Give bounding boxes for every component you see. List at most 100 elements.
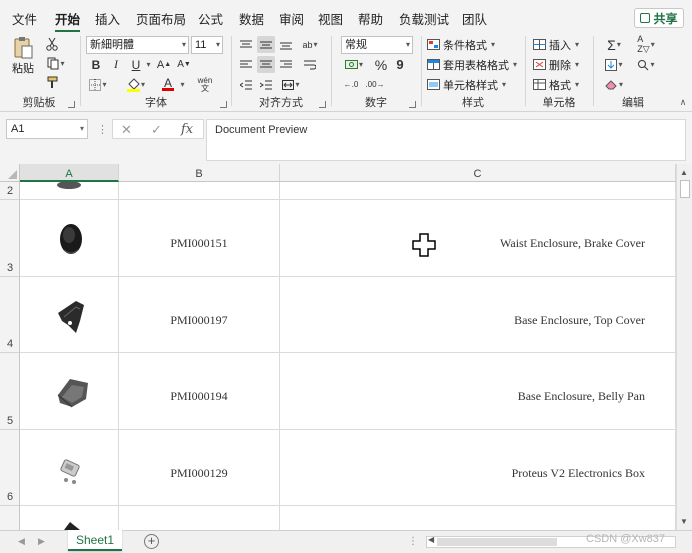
row-header[interactable]: 6 [0,430,20,506]
part-code-cell[interactable] [119,506,280,530]
delete-cells-button[interactable]: 删除 ▾ [533,56,587,73]
tab-view[interactable]: 视图 [318,9,343,28]
part-desc-cell[interactable] [280,182,676,199]
formula-input[interactable]: Document Preview [206,119,686,161]
number-format-select[interactable]: 常规 ▾ [341,36,413,54]
image-cell[interactable] [20,430,119,505]
tab-page-layout[interactable]: 页面布局 [136,9,186,28]
italic-button[interactable]: I [108,56,124,73]
insert-function-icon[interactable]: fx [181,122,193,137]
part-desc-cell[interactable]: Base Enclosure, Belly Pan [280,353,676,429]
part-desc-cell[interactable]: Waist Enclosure, Brake Cover [280,200,676,276]
align-center-icon[interactable] [257,56,275,73]
fill-color-icon[interactable]: ▾ [124,76,148,93]
part-code-cell[interactable]: PMI000151 [119,200,280,276]
clear-icon[interactable]: ▾ [601,76,627,93]
worksheet-grid[interactable]: A B C 2 3 PMI000151 Waist Enclosure, Bra… [0,164,676,530]
part-code-cell[interactable]: PMI000129 [119,430,280,505]
horizontal-scroll-thumb[interactable] [437,538,557,546]
tab-review[interactable]: 审阅 [279,9,304,28]
sheet-tab-sheet1[interactable]: Sheet1 [68,530,122,551]
format-painter-icon[interactable] [44,74,60,90]
orientation-icon[interactable]: ab ▾ [299,36,321,53]
row-header[interactable]: 3 [0,200,20,277]
confirm-entry-icon[interactable]: ✓ [151,122,162,138]
currency-icon[interactable]: ▾ [341,56,367,73]
align-left-icon[interactable] [237,56,255,73]
image-cell[interactable] [20,182,119,199]
conditional-formatting-button[interactable]: 条件格式 ▾ [427,36,519,53]
scroll-down-icon[interactable]: ▼ [680,517,688,526]
font-name-select[interactable]: 新細明體 ▾ [86,36,189,54]
column-header-c[interactable]: C [280,164,676,182]
insert-cells-button[interactable]: 插入 ▾ [533,36,587,53]
paste-button[interactable]: 粘贴 [8,36,38,76]
align-right-icon[interactable] [277,56,295,73]
column-header-b[interactable]: B [119,164,280,182]
image-cell[interactable] [20,277,119,352]
cell-styles-button[interactable]: 单元格样式 ▾ [427,76,519,93]
collapse-ribbon-icon[interactable]: ∧ [678,96,688,108]
image-cell[interactable] [20,353,119,429]
part-code-cell[interactable]: PMI000194 [119,353,280,429]
font-color-dropdown-icon[interactable]: ▾ [178,76,186,93]
autosum-button[interactable]: Σ ▾ [601,36,627,53]
font-color-button[interactable]: A [156,76,180,93]
decrease-decimal-icon[interactable]: .00→ [365,76,385,93]
borders-icon[interactable]: ▾ [86,76,110,93]
image-cell[interactable] [20,506,119,530]
name-box[interactable]: A1 ▾ [6,119,88,139]
part-code-cell[interactable]: PMI000197 [119,277,280,352]
tab-load-test[interactable]: 负载测试 [399,9,449,28]
clipboard-launcher-icon[interactable] [68,101,75,108]
copy-icon[interactable]: ▾ [44,55,68,71]
tab-data[interactable]: 数据 [239,9,264,28]
find-select-icon[interactable]: ▾ [633,56,659,73]
vertical-scrollbar[interactable]: ▲ ▼ [676,164,692,530]
tab-split-grip-icon[interactable]: ⋮ [408,536,418,547]
scroll-left-icon[interactable]: ◀ [428,535,434,544]
tab-team[interactable]: 团队 [462,9,487,28]
phonetic-guide-button[interactable]: wén 文 [194,76,216,93]
font-size-select[interactable]: 11 ▾ [191,36,223,54]
vertical-scroll-thumb[interactable] [680,180,690,198]
bold-button[interactable]: B [88,56,104,73]
row-header[interactable]: 4 [0,277,20,353]
format-cells-button[interactable]: 格式 ▾ [533,76,587,93]
share-button[interactable]: 共享 [634,8,684,28]
align-top-icon[interactable] [237,36,255,53]
scroll-up-icon[interactable]: ▲ [680,168,688,177]
percent-button[interactable]: % [373,56,389,73]
fill-icon[interactable]: ▾ [601,56,627,73]
align-bottom-icon[interactable] [277,36,295,53]
column-header-a[interactable]: A [20,164,119,182]
increase-indent-icon[interactable] [257,76,275,93]
row-header[interactable] [0,506,20,530]
part-desc-cell[interactable] [280,506,676,530]
select-all-corner[interactable] [0,164,20,182]
prev-sheet-icon[interactable]: ◀ [18,536,25,547]
next-sheet-icon[interactable]: ▶ [38,536,45,547]
row-header[interactable]: 5 [0,353,20,430]
number-launcher-icon[interactable] [409,101,416,108]
increase-font-icon[interactable]: A ▲ [156,56,172,73]
underline-dropdown-icon[interactable]: ▾ [144,56,152,73]
alignment-launcher-icon[interactable] [319,101,326,108]
increase-decimal-icon[interactable]: ←.0 [341,76,361,93]
add-sheet-button[interactable]: + [144,534,159,549]
align-middle-icon[interactable] [257,36,275,53]
tab-home[interactable]: 开始 [55,9,81,33]
cut-icon[interactable] [44,36,60,52]
tab-formulas[interactable]: 公式 [198,9,223,28]
row-header[interactable]: 2 [0,182,20,200]
tab-insert[interactable]: 插入 [95,9,120,28]
part-desc-cell[interactable]: Proteus V2 Electronics Box [280,430,676,505]
decrease-font-icon[interactable]: A ▼ [176,56,192,73]
comma-style-button[interactable]: 9 [393,56,407,73]
cancel-entry-icon[interactable]: ✕ [121,122,132,138]
part-code-cell[interactable] [119,182,280,199]
underline-button[interactable]: U [128,56,144,73]
sort-filter-icon[interactable]: A Z▽ ▾ [631,34,661,54]
wrap-text-icon[interactable] [299,56,321,73]
image-cell[interactable] [20,200,119,276]
